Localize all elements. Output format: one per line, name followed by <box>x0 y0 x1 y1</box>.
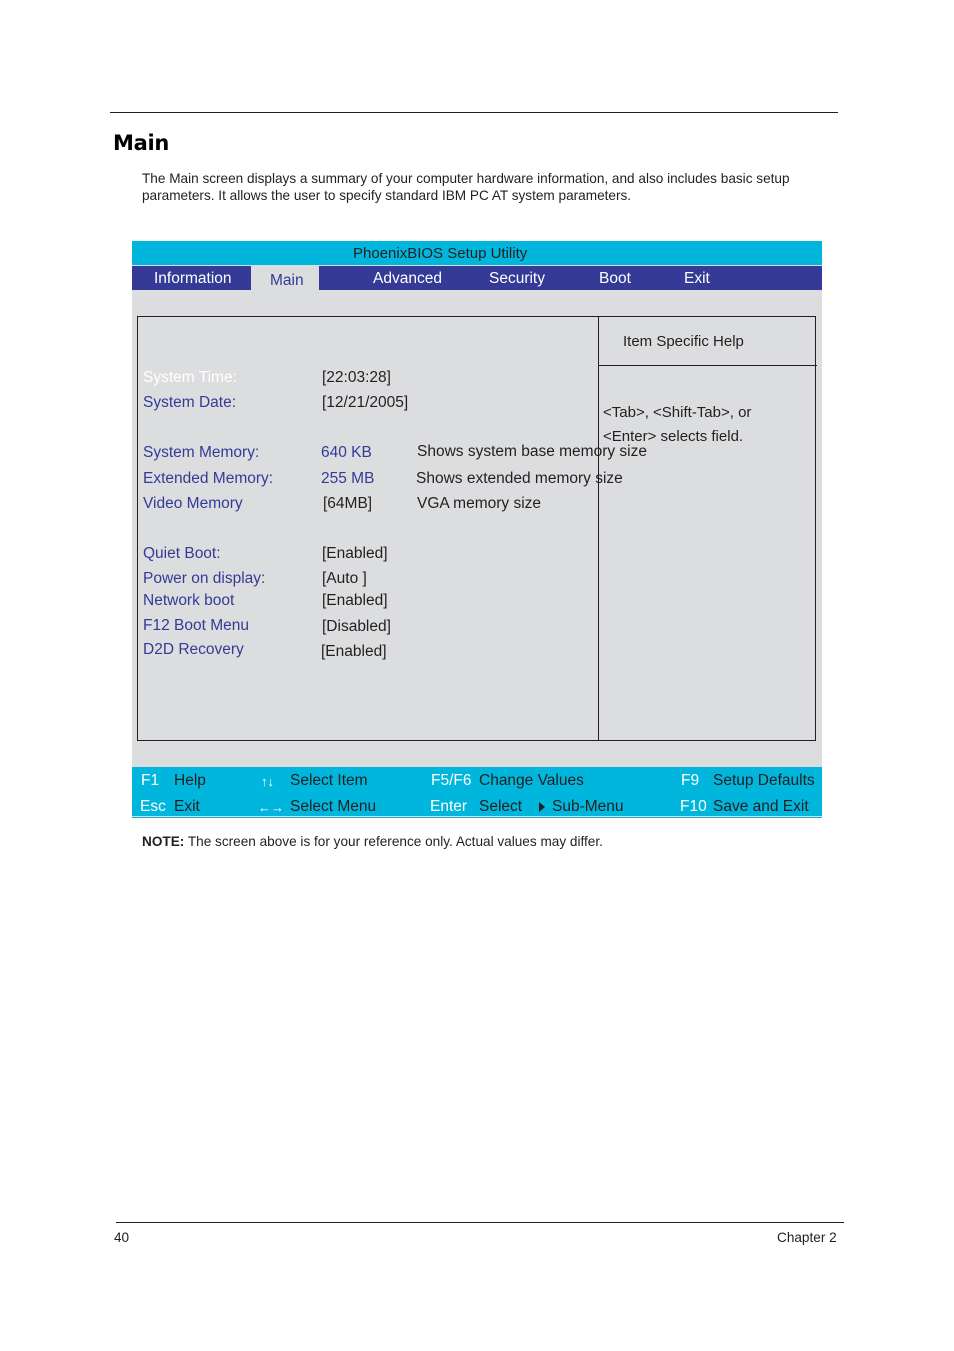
intro-paragraph: The Main screen displays a summary of yo… <box>142 171 790 203</box>
key-f10: F10 <box>680 798 707 815</box>
left-right-arrows-icon: ←→ <box>258 800 284 815</box>
help-line-1: <Tab>, <Shift-Tab>, or <box>603 404 752 421</box>
help-text: <Tab>, <Shift-Tab>, or <Enter> selects f… <box>603 401 751 449</box>
note-label: NOTE: <box>142 834 185 849</box>
setting-label-d2d-recovery[interactable]: D2D Recovery <box>143 641 244 659</box>
help-title: Item Specific Help <box>623 333 744 350</box>
key-select-menu-desc: Select Menu <box>290 798 377 815</box>
footer-rule <box>116 1222 844 1223</box>
setting-value-system-time[interactable]: [22:03:28] <box>322 369 391 387</box>
setting-desc-system-memory: Shows system base memory size <box>417 443 647 460</box>
setting-label-quiet-boot[interactable]: Quiet Boot: <box>143 545 221 563</box>
setting-value-power-on-display[interactable]: [Auto ] <box>322 570 367 588</box>
key-save-exit-desc: Save and Exit <box>713 798 809 815</box>
status-bottom-line <box>132 817 822 818</box>
bios-title: PhoenixBIOS Setup Utility <box>353 245 528 262</box>
key-f9: F9 <box>681 772 700 789</box>
setting-value-f12-boot-menu[interactable]: [Disabled] <box>322 618 391 636</box>
bios-status-bar: F1 Help ↑↓ Select Item F5/F6 Change Valu… <box>132 767 822 816</box>
triangle-right-icon <box>539 802 545 812</box>
setting-label-network-boot[interactable]: Network boot <box>143 592 234 610</box>
setting-label-f12-boot-menu[interactable]: F12 Boot Menu <box>143 617 249 635</box>
note-text: NOTE: The screen above is for your refer… <box>142 834 603 849</box>
setting-label-system-date[interactable]: System Date: <box>143 394 236 412</box>
setting-desc-video-memory: VGA memory size <box>417 495 542 512</box>
bios-menu-bar: Information Main Advanced Security Boot … <box>132 266 822 290</box>
setting-value-quiet-boot[interactable]: [Enabled] <box>322 545 388 563</box>
setting-label-power-on-display[interactable]: Power on display: <box>143 570 265 588</box>
key-select-item-desc: Select Item <box>290 772 368 789</box>
page-number: 40 <box>114 1230 130 1245</box>
bios-title-bar: PhoenixBIOS Setup Utility <box>132 241 822 265</box>
key-f5-f6: F5/F6 <box>431 772 472 789</box>
setting-value-system-memory: 640 KB <box>321 444 372 461</box>
chapter-label: Chapter 2 <box>777 1230 837 1245</box>
key-select-desc: Select <box>479 798 523 815</box>
note-body: The screen above is for your reference o… <box>184 834 603 849</box>
setting-value-video-memory[interactable]: [64MB] <box>323 495 372 513</box>
key-exit-desc: Exit <box>174 798 200 815</box>
tab-boot[interactable]: Boot <box>599 270 631 288</box>
setting-label-system-memory: System Memory: <box>143 444 260 461</box>
key-sub-menu-desc: Sub-Menu <box>552 798 624 815</box>
key-f1: F1 <box>141 772 160 789</box>
setting-label-extended-memory: Extended Memory: <box>143 470 274 487</box>
setting-value-d2d-recovery[interactable]: [Enabled] <box>321 643 387 661</box>
setting-value-system-date[interactable]: [12/21/2005] <box>322 394 408 412</box>
key-setup-defaults-desc: Setup Defaults <box>713 772 815 789</box>
bios-screen: PhoenixBIOS Setup Utility Information Ma… <box>132 241 822 818</box>
tab-main-label: Main <box>270 272 304 289</box>
setting-label-system-time[interactable]: System Time: <box>143 369 237 387</box>
help-divider-horizontal <box>598 365 817 366</box>
key-f1-desc: Help <box>174 772 206 789</box>
tab-exit[interactable]: Exit <box>684 270 710 288</box>
tab-main[interactable]: Main <box>251 266 319 290</box>
header-rule <box>110 112 838 113</box>
setting-desc-extended-memory: Shows extended memory size <box>416 470 623 487</box>
tab-security[interactable]: Security <box>489 270 545 288</box>
help-divider-vertical <box>598 317 599 741</box>
key-enter: Enter <box>430 798 468 815</box>
key-change-values-desc: Change Values <box>479 772 584 789</box>
section-heading: Main <box>113 131 170 155</box>
tab-information[interactable]: Information <box>154 270 232 288</box>
tab-advanced[interactable]: Advanced <box>373 270 442 288</box>
up-down-arrows-icon: ↑↓ <box>261 774 274 789</box>
setting-value-extended-memory: 255 MB <box>321 470 375 487</box>
settings-panel: Item Specific Help <Tab>, <Shift-Tab>, o… <box>137 316 817 741</box>
key-esc: Esc <box>140 798 166 815</box>
setting-value-network-boot[interactable]: [Enabled] <box>322 592 388 610</box>
setting-label-video-memory[interactable]: Video Memory <box>143 495 243 513</box>
